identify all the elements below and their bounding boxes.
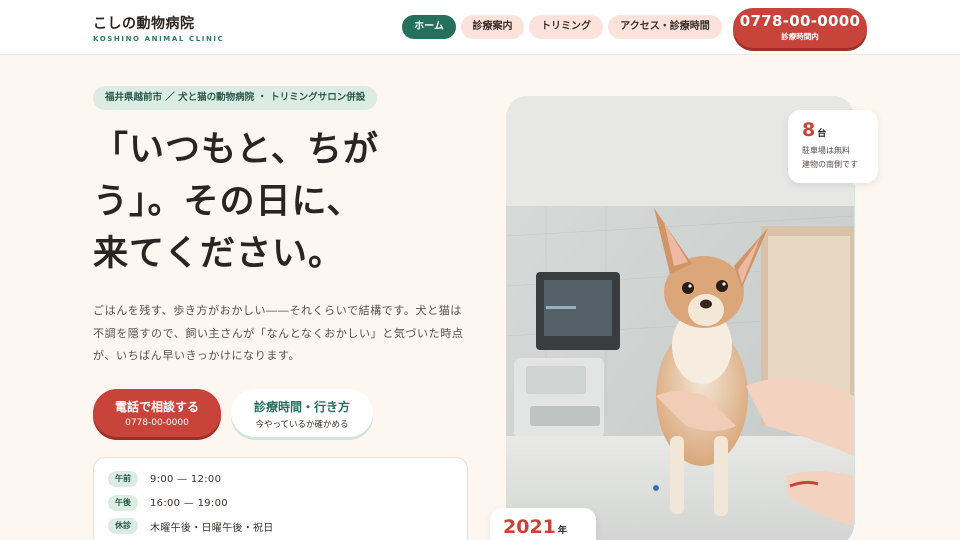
clinic-logo[interactable]: こしの動物病院 KOSHINO ANIMAL CLINIC — [93, 13, 224, 43]
nav-access-hours[interactable]: アクセス・診療時間 — [608, 15, 722, 39]
hours-value: 16:00 — 19:00 — [150, 497, 228, 509]
location-tagline: 福井県越前市 ／ 犬と猫の動物病院 ・ トリミングサロン併設 — [93, 86, 378, 110]
logo-name-en: KOSHINO ANIMAL CLINIC — [93, 35, 225, 43]
parking-note-free: 駐車場は無料 — [802, 146, 850, 155]
parking-count: 8 — [802, 119, 816, 141]
header-phone-number: 0778-00-0000 — [739, 12, 861, 30]
hours-tag: 午前 — [108, 471, 138, 487]
call-consult-label: 電話で相談する — [114, 400, 199, 414]
hours-row-afternoon: 午後 16:00 — 19:00 — [108, 495, 228, 511]
nav-home[interactable]: ホーム — [402, 15, 456, 39]
parking-unit: 台 — [817, 129, 827, 139]
hours-tag: 休診 — [108, 518, 138, 534]
hours-tag: 午後 — [108, 495, 138, 511]
hero-lead-text: ごはんを残す、歩き方がおかしい――それくらいで結構です。犬と猫は 不調を隠すので… — [93, 300, 473, 368]
since-year: 2021 — [503, 516, 556, 538]
hours-value: 木曜午後・日曜午後・祝日 — [150, 522, 274, 534]
hours-access-label: 診療時間・行き方 — [253, 400, 350, 414]
headline-line-2: う」。その日に、 — [93, 182, 363, 222]
headline-line-3: 来てください。 — [93, 234, 344, 274]
hours-access-button[interactable]: 診療時間・行き方 今やっているか確かめる — [231, 389, 373, 437]
hours-row-morning: 午前 9:00 — 12:00 — [108, 471, 221, 487]
header-phone-button[interactable]: 0778-00-0000 診療時間内 — [733, 8, 867, 48]
lead-line-3: が、いちばん早いきっかけになります。 — [93, 349, 301, 362]
nav-trimming[interactable]: トリミング — [529, 15, 603, 39]
hours-row-closed: 休診 木曜午後・日曜午後・祝日 — [108, 518, 274, 534]
call-consult-number: 0778-00-0000 — [125, 418, 189, 428]
header-phone-caption: 診療時間内 — [781, 32, 819, 41]
site-header: こしの動物病院 KOSHINO ANIMAL CLINIC ホーム 診療案内 ト… — [0, 0, 960, 55]
hours-value: 9:00 — 12:00 — [150, 473, 222, 485]
lead-line-2: 不調を隠すので、飼い主さんが「なんとなくおかしい」と気づいた時点 — [93, 326, 464, 340]
call-consult-button[interactable]: 電話で相談する 0778-00-0000 — [93, 389, 221, 437]
logo-name-jp: こしの動物病院 — [93, 16, 195, 32]
headline-line-1: 「いつもと、ちが — [93, 130, 379, 170]
hours-access-sub: 今やっているか確かめる — [255, 420, 349, 430]
lead-line-1: ごはんを残す、歩き方がおかしい――それくらいで結構です。犬と猫は — [93, 304, 462, 317]
parking-note-location: 建物の南側です — [802, 160, 858, 169]
since-year-unit: 年 — [557, 526, 567, 536]
since-year-card: 2021 年 — [490, 508, 596, 540]
hero-headline: 「いつもと、ちが う」。その日に、 来てください。 — [93, 124, 403, 280]
parking-info-card: 8台 駐車場は無料 建物の南側です — [788, 110, 878, 183]
nav-clinic-guide[interactable]: 診療案内 — [461, 15, 524, 39]
clinic-hours-card: 午前 9:00 — 12:00 午後 16:00 — 19:00 休診 木曜午後… — [93, 457, 468, 540]
